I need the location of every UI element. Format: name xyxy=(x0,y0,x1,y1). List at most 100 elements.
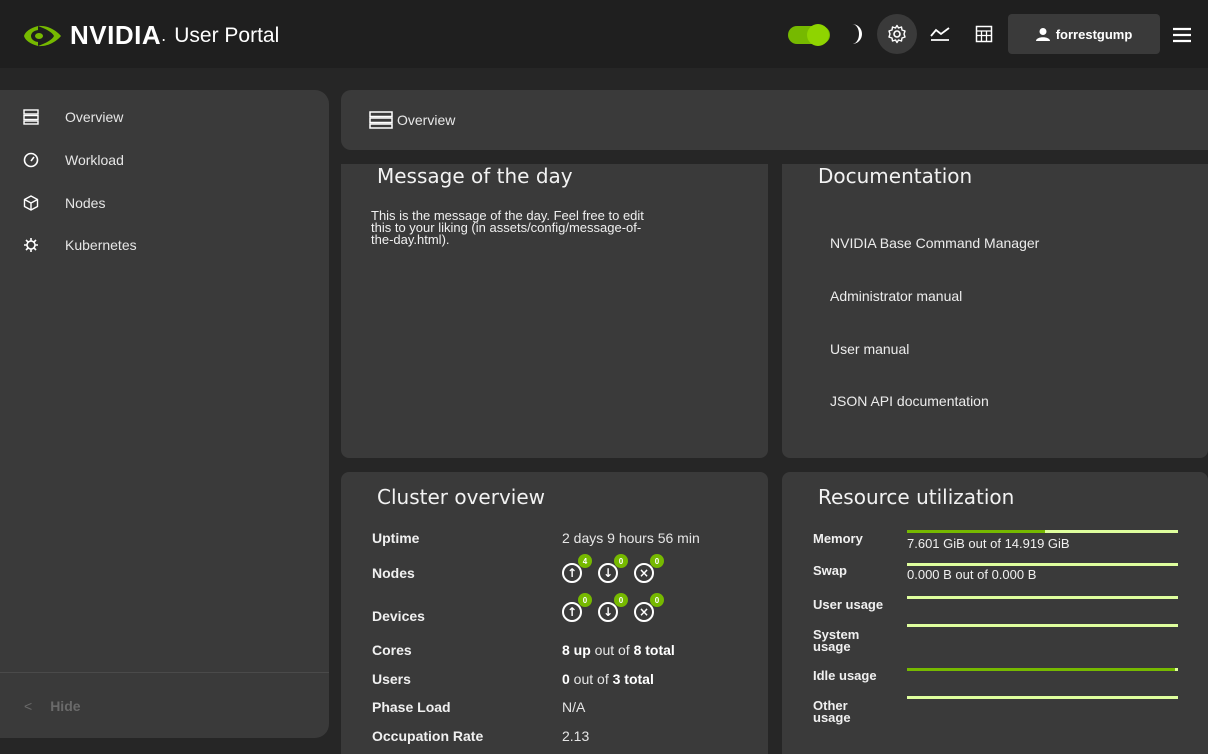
server-stack-icon xyxy=(369,111,393,129)
memory-text: 7.601 GiB out of 14.919 GiB xyxy=(907,536,1070,551)
resource-title: Resource utilization xyxy=(818,485,1015,509)
devices-label: Devices xyxy=(372,608,425,624)
users-value: 0 out of 3 total xyxy=(562,671,654,687)
cores-label: Cores xyxy=(372,642,412,658)
users-label: Users xyxy=(372,671,411,687)
uptime-label: Uptime xyxy=(372,530,420,546)
cluster-title: Cluster overview xyxy=(377,485,545,509)
close-circle-icon[interactable]: × 0 xyxy=(634,554,664,583)
chevron-left-icon: < xyxy=(24,698,33,714)
swap-bar xyxy=(907,563,1178,566)
nodes-up-badge: 4 xyxy=(578,554,592,568)
other-usage-label-line: usage xyxy=(813,710,851,725)
sidebar: Overview Workload Nodes Kubernetes < Hid… xyxy=(0,90,329,738)
hamburger-menu-icon[interactable] xyxy=(1170,24,1194,46)
sidebar-item-label: Overview xyxy=(65,109,124,125)
sidebar-item-label: Workload xyxy=(65,152,124,168)
documentation-card: Documentation NVIDIA Base Command Manage… xyxy=(782,164,1208,458)
doc-link-admin-manual[interactable]: Administrator manual xyxy=(830,288,962,304)
hide-sidebar-button[interactable]: < Hide xyxy=(24,698,81,714)
doc-link-bcm[interactable]: NVIDIA Base Command Manager xyxy=(830,235,1039,251)
memory-label: Memory xyxy=(813,531,863,546)
users-total: 3 total xyxy=(612,671,654,687)
sidebar-item-label: Kubernetes xyxy=(65,237,137,253)
cores-value: 8 up out of 8 total xyxy=(562,642,675,658)
calculator-icon xyxy=(975,25,993,43)
swap-text: 0.000 B out of 0.000 B xyxy=(907,567,1037,582)
chart-line-icon xyxy=(930,27,950,41)
kubernetes-icon xyxy=(22,236,40,254)
gear-icon xyxy=(888,24,906,44)
calculator-button[interactable] xyxy=(964,12,1004,56)
motd-title: Message of the day xyxy=(377,164,573,188)
memory-bar-fill xyxy=(907,530,1046,533)
cores-total: 8 total xyxy=(633,642,675,658)
resource-utilization-card: Resource utilization Memory 7.601 GiB ou… xyxy=(782,472,1208,754)
phase-load-value: N/A xyxy=(562,699,586,715)
close-circle-icon[interactable]: × 0 xyxy=(634,593,664,622)
motd-card: Message of the day This is the message o… xyxy=(341,164,768,458)
cores-up: 8 up xyxy=(562,642,591,658)
doc-link-json-api[interactable]: JSON API documentation xyxy=(830,393,989,409)
doc-link-user-manual[interactable]: User manual xyxy=(830,341,909,357)
users-sep: out of xyxy=(569,671,613,687)
documentation-title: Documentation xyxy=(818,164,973,188)
server-stack-icon xyxy=(22,108,40,126)
nodes-label: Nodes xyxy=(372,565,415,581)
memory-bar xyxy=(907,530,1178,533)
sidebar-item-overview[interactable]: Overview xyxy=(22,108,123,126)
nodes-down-badge: 0 xyxy=(614,554,628,568)
motd-text: This is the message of the day. Feel fre… xyxy=(371,209,731,247)
cube-icon xyxy=(22,194,40,212)
brand-name: NVIDIA xyxy=(70,20,162,50)
username: forrestgump xyxy=(1055,26,1133,42)
devices-down-badge: 0 xyxy=(614,593,628,607)
devices-status: ↑ 0 ↓ 0 × 0 xyxy=(562,593,670,622)
nodes-closed-badge: 0 xyxy=(650,554,664,568)
sidebar-divider xyxy=(0,672,329,673)
gauge-icon xyxy=(22,151,40,169)
user-icon xyxy=(1035,28,1050,41)
idle-usage-label: Idle usage xyxy=(813,668,877,683)
other-usage-bar xyxy=(907,696,1178,699)
devices-up-badge: 0 xyxy=(578,593,592,607)
uptime-value: 2 days 9 hours 56 min xyxy=(562,530,700,546)
arrow-up-icon[interactable]: ↑ 4 xyxy=(562,554,592,583)
user-button[interactable]: forrestgump xyxy=(1008,14,1160,54)
motd-line: the-day.html). xyxy=(371,232,450,247)
nodes-status: ↑ 4 ↓ 0 × 0 xyxy=(562,554,670,583)
arrow-down-icon[interactable]: ↓ 0 xyxy=(598,593,628,622)
system-usage-label-line: usage xyxy=(813,639,851,654)
user-usage-bar xyxy=(907,596,1178,599)
breadcrumb: Overview xyxy=(341,90,1208,150)
nvidia-logo[interactable]: NVIDIA. User Portal xyxy=(24,20,279,51)
sidebar-item-nodes[interactable]: Nodes xyxy=(22,194,105,212)
system-usage-label: System usage xyxy=(813,628,859,654)
brand-dot: . xyxy=(161,26,167,45)
cluster-overview-card: Cluster overview Uptime 2 days 9 hours 5… xyxy=(341,472,768,754)
phase-load-label: Phase Load xyxy=(372,699,451,715)
sidebar-item-label: Nodes xyxy=(65,195,106,211)
breadcrumb-label[interactable]: Overview xyxy=(397,112,455,128)
sidebar-item-kubernetes[interactable]: Kubernetes xyxy=(22,236,137,254)
users-count: 0 xyxy=(562,671,570,687)
settings-button[interactable] xyxy=(877,14,917,54)
cores-sep: out of xyxy=(590,642,634,658)
swap-label: Swap xyxy=(813,563,847,578)
idle-usage-bar xyxy=(907,668,1178,671)
sidebar-item-workload[interactable]: Workload xyxy=(22,151,124,169)
hide-label: Hide xyxy=(50,698,81,714)
idle-usage-bar-fill xyxy=(907,668,1176,671)
nvidia-eye-icon xyxy=(24,25,61,46)
top-bar: NVIDIA. User Portal forrestgump xyxy=(0,0,1208,68)
occupation-rate-label: Occupation Rate xyxy=(372,728,484,744)
devices-closed-badge: 0 xyxy=(650,593,664,607)
user-usage-label: User usage xyxy=(813,597,884,612)
arrow-down-icon[interactable]: ↓ 0 xyxy=(598,554,628,583)
theme-toggle[interactable] xyxy=(788,24,830,46)
portal-title: User Portal xyxy=(174,23,280,47)
arrow-up-icon[interactable]: ↑ 0 xyxy=(562,593,592,622)
monitoring-button[interactable] xyxy=(920,12,960,56)
moon-icon[interactable] xyxy=(843,22,865,46)
occupation-rate-value: 2.13 xyxy=(562,728,590,744)
